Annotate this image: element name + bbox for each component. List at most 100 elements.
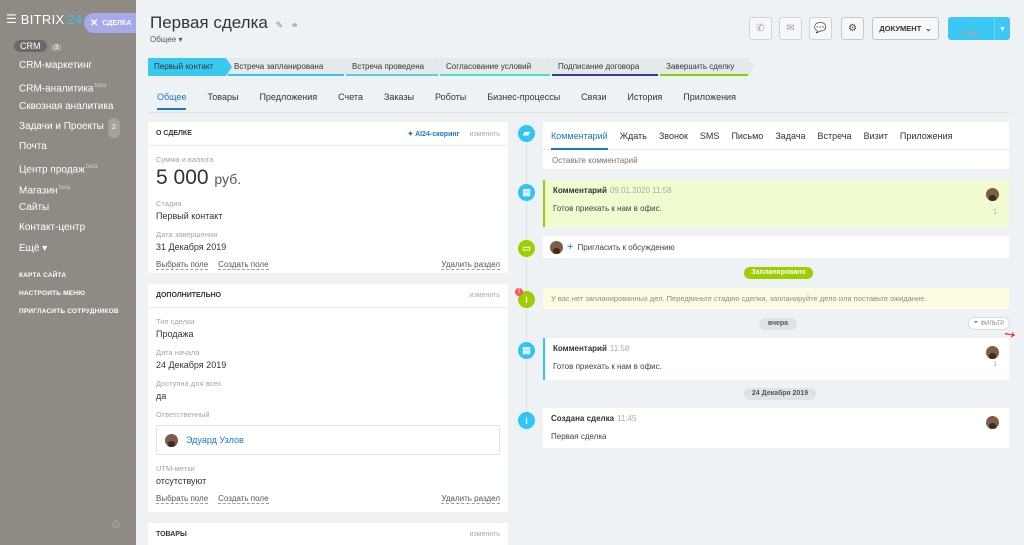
tl-tab-call[interactable]: Звонок: [659, 122, 688, 150]
tl-tab-meeting[interactable]: Встреча: [818, 122, 852, 150]
timeline-comment-dot: ▤: [518, 184, 535, 201]
tab-orders[interactable]: Заказы: [384, 92, 414, 110]
sidebar-link-sitemap[interactable]: КАРТА САЙТА: [0, 267, 136, 285]
chat-button[interactable]: 💬: [809, 17, 832, 40]
invite-discussion[interactable]: + Пригласить к обсуждению: [543, 236, 1009, 258]
field-label: Сумма и валюта: [156, 155, 214, 164]
stage-first-contact[interactable]: Первый контакт: [148, 58, 232, 76]
deal-slider-tag[interactable]: ✕ СДЕЛКА: [84, 13, 136, 33]
printer-icon[interactable]: ⎙: [112, 519, 120, 530]
sidebar-item-end-to-end-analytics[interactable]: Сквозная аналитика: [0, 97, 136, 117]
sidebar-link-configure-menu[interactable]: НАСТРОИТЬ МЕНЮ: [0, 285, 136, 303]
comment-input[interactable]: Оставьте комментарий: [543, 150, 1009, 171]
create-field-link[interactable]: Создать поле: [218, 494, 269, 504]
tab-products[interactable]: Товары: [207, 92, 238, 110]
planned-empty-notice: У вас нет запланированных дел. Передвинь…: [543, 288, 1009, 309]
pinned-comment[interactable]: Комментарий 09.01.2020 11:58 Готов приеха…: [543, 180, 1009, 227]
tl-tab-sms[interactable]: SMS: [700, 122, 720, 150]
left-sidebar: ☰ BITRIX 24 CRM 3 CRM-маркетинг CRM-аналит…: [0, 0, 136, 545]
sidebar-item-crm-marketing[interactable]: CRM-маркетинг: [0, 56, 136, 76]
invoice-button[interactable]: СЧЁТ ▾: [948, 17, 1010, 40]
deal-title[interactable]: Первая сделка: [150, 13, 268, 32]
pencil-icon[interactable]: ✎: [276, 20, 284, 30]
sidebar-item-label: Сайты: [19, 202, 50, 214]
crm-badge[interactable]: CRM: [14, 40, 47, 52]
edit-link[interactable]: изменить: [470, 131, 500, 138]
close-icon[interactable]: ✕: [90, 18, 98, 29]
sparkle-icon: ✦: [407, 130, 414, 138]
tasks-counter: 2: [107, 117, 120, 139]
delete-section-link[interactable]: Удалить раздел: [441, 494, 500, 504]
delete-section-link[interactable]: Удалить раздел: [441, 260, 500, 270]
sidebar-item-sites[interactable]: Сайты: [0, 198, 136, 218]
stage-contract-signing[interactable]: Подписание договора: [552, 58, 664, 76]
email-button[interactable]: ✉: [779, 17, 802, 40]
timeline-line: [526, 132, 527, 432]
comment-count: 1: [993, 361, 997, 368]
stage-meeting-planned[interactable]: Встреча запланирована: [228, 58, 350, 76]
link-icon[interactable]: ⚭: [291, 20, 299, 30]
chevron-down-icon: ⌄: [925, 24, 932, 33]
tab-apps[interactable]: Приложения: [683, 92, 736, 110]
settings-button[interactable]: ⚙: [841, 17, 864, 40]
sidebar-item-more[interactable]: Ещё ▾: [0, 239, 136, 259]
menu-icon[interactable]: ☰: [6, 12, 17, 26]
select-field-link[interactable]: Выбрать поле: [156, 494, 209, 504]
stage-label: Согласование условий: [446, 62, 532, 71]
comment-icon: ▤: [522, 345, 531, 355]
ai-scoring-link[interactable]: ✦ AI24-скоринг: [408, 131, 460, 138]
edit-link[interactable]: изменить: [470, 531, 500, 538]
tl-tab-task[interactable]: Задача: [775, 122, 805, 150]
sidebar-item-sales-center[interactable]: Центр продажbeta: [0, 157, 136, 177]
tab-history[interactable]: История: [627, 92, 662, 110]
sidebar-item-contact-center[interactable]: Контакт-центр: [0, 218, 136, 238]
tab-links[interactable]: Связи: [581, 92, 606, 110]
avatar: [986, 188, 999, 201]
chat-icon: ▭: [522, 243, 531, 253]
card-header: ТОВАРЫ изменить: [148, 523, 508, 545]
comment-time: 11:58: [609, 344, 630, 353]
tab-offers[interactable]: Предложения: [259, 92, 317, 110]
stage-negotiation[interactable]: Согласование условий: [440, 58, 556, 76]
edit-link[interactable]: изменить: [470, 292, 500, 299]
sidebar-item-mail[interactable]: Почта: [0, 137, 136, 157]
phone-button[interactable]: ✆: [749, 17, 772, 40]
select-field-link[interactable]: Выбрать поле: [156, 260, 209, 270]
sidebar-item-tasks[interactable]: Задачи и Проекты 2: [0, 117, 136, 139]
tab-invoices[interactable]: Счета: [338, 92, 363, 110]
tab-robots[interactable]: Роботы: [435, 92, 466, 110]
sidebar-item-crm-analytics[interactable]: CRM-аналитикаbeta: [0, 76, 136, 96]
field-label: Тип сделки: [156, 317, 195, 326]
stage-finish-deal[interactable]: Завершить сделку: [660, 58, 754, 76]
create-field-link[interactable]: Создать поле: [218, 260, 269, 270]
sidebar-item-label: Сквозная аналитика: [19, 100, 114, 112]
plus-icon: +: [567, 241, 574, 253]
logo-number: 24: [67, 11, 83, 27]
logo[interactable]: BITRIX 24: [21, 12, 83, 27]
tl-tab-apps[interactable]: Приложения: [900, 122, 953, 150]
comment-item[interactable]: Комментарий 11:58 Готов приехать к нам в …: [543, 338, 1009, 380]
card-body: Тип сделки Продажа Дата начала 24 Декабр…: [148, 317, 508, 504]
sidebar-item-shop[interactable]: Магазинbeta: [0, 178, 136, 198]
responsible-name[interactable]: Эдуард Узлов: [186, 435, 244, 445]
document-button[interactable]: ДОКУМЕНТ ⌄: [872, 17, 939, 40]
start-date-value: 24 Декабря 2019: [156, 360, 227, 370]
sidebar-link-invite[interactable]: ПРИГЛАСИТЬ СОТРУДНИКОВ: [0, 303, 136, 321]
tl-tab-email[interactable]: Письмо: [731, 122, 763, 150]
responsible-person[interactable]: Эдуард Узлов: [156, 425, 500, 455]
tab-general[interactable]: Общее: [157, 92, 187, 110]
created-time: 11:45: [617, 414, 637, 423]
deal-created-item[interactable]: Создана сделка 11:45 Первая сделка: [543, 408, 1009, 448]
deal-type-value: Продажа: [156, 329, 194, 339]
tl-tab-comment[interactable]: Комментарий: [551, 122, 608, 150]
stage-label: Встреча запланирована: [234, 62, 324, 71]
tab-business-processes[interactable]: Бизнес-процессы: [487, 92, 560, 110]
tl-tab-wait[interactable]: Ждать: [620, 122, 647, 150]
card-header: О СДЕЛКЕ ✦ AI24-скоринг изменить: [148, 122, 508, 146]
stage-meeting-held[interactable]: Встреча проведена: [346, 58, 444, 76]
timeline-tabs: Комментарий Ждать Звонок SMS Письмо Зада…: [543, 122, 1009, 150]
chevron-down-icon[interactable]: ▾: [994, 17, 1010, 40]
tl-tab-visit[interactable]: Визит: [864, 122, 888, 150]
category-selector[interactable]: Общее ▾: [150, 35, 182, 44]
gear-icon: ⚙: [848, 23, 857, 34]
